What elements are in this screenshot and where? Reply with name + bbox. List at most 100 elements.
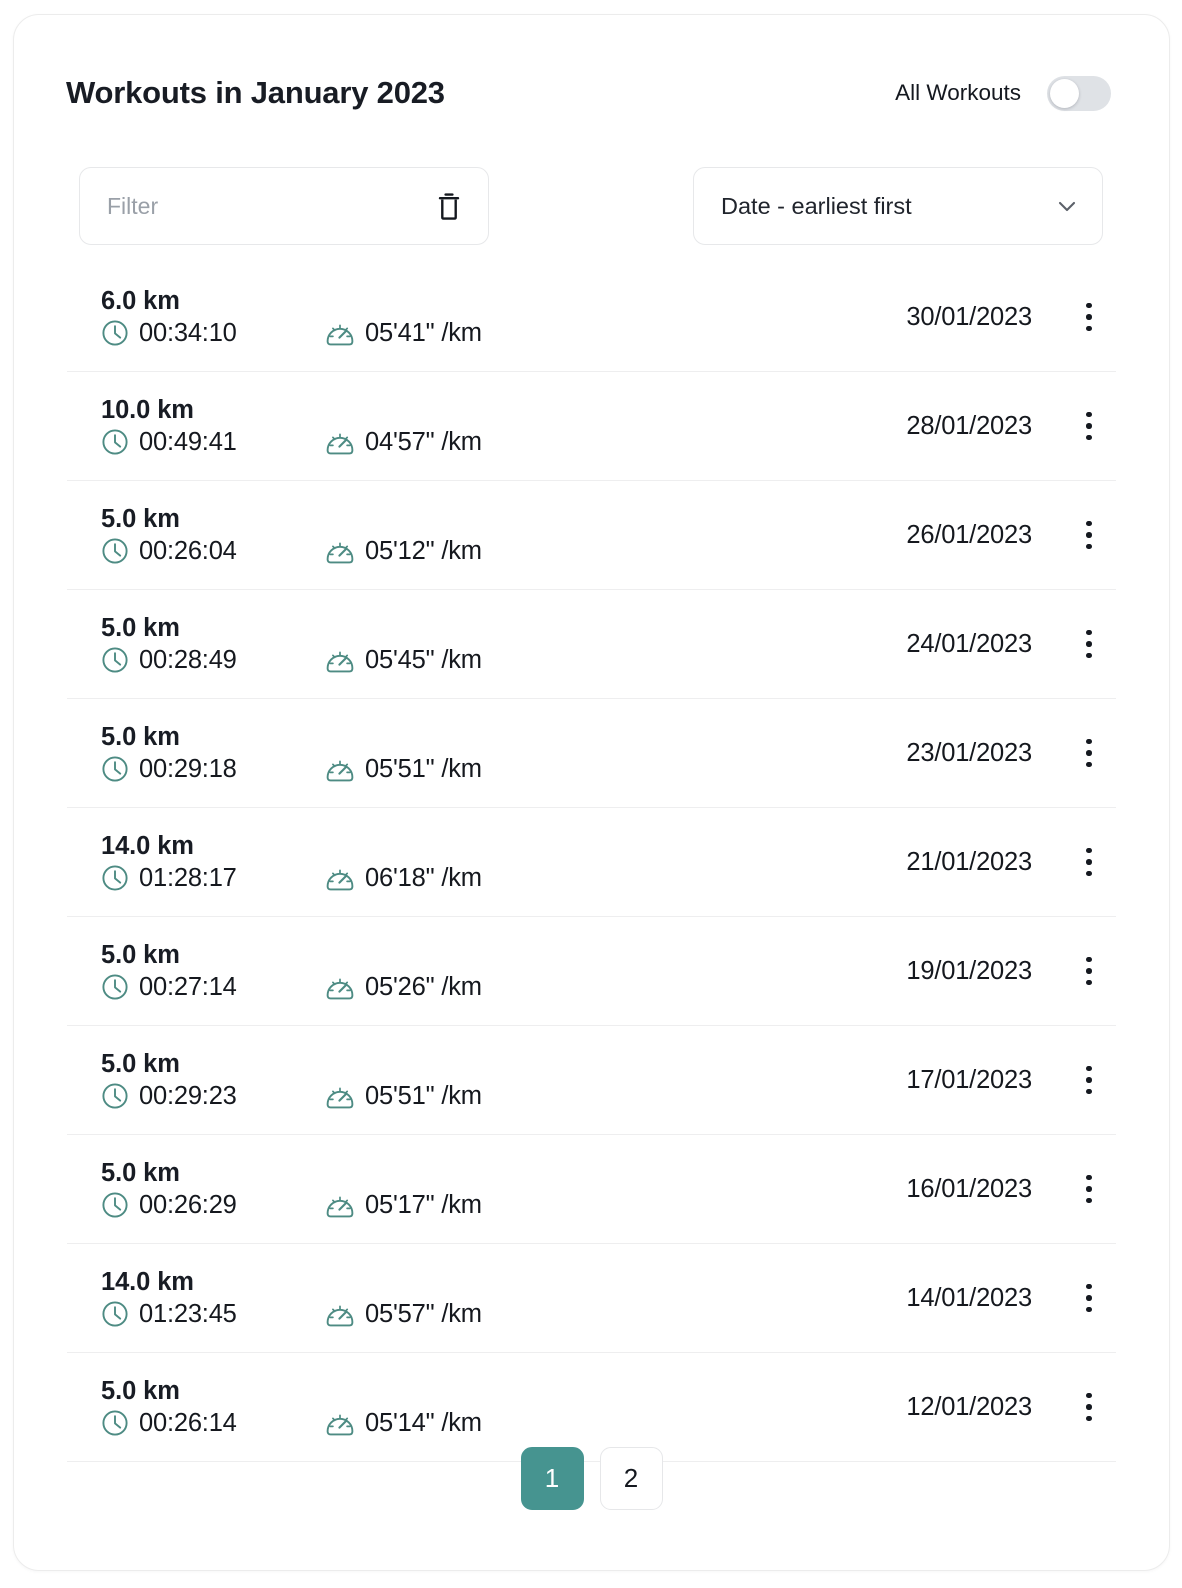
row-meta: 17/01/2023 xyxy=(906,1056,1116,1104)
speedometer-icon xyxy=(326,978,354,1000)
all-workouts-toggle[interactable] xyxy=(1047,75,1111,111)
duration-value: 00:29:18 xyxy=(139,754,237,783)
workout-summary: 5.0 km 00:26:29 05'17" /km xyxy=(101,1157,482,1221)
pagination: 12 xyxy=(14,1447,1169,1510)
pace-value: 05'57" /km xyxy=(365,1299,482,1328)
workout-duration: 00:29:18 xyxy=(101,754,325,785)
workout-metrics: 00:26:14 05'14" /km xyxy=(101,1408,482,1439)
workout-duration: 00:28:49 xyxy=(101,645,325,676)
workout-distance: 14.0 km xyxy=(101,832,194,861)
pagination-page-1[interactable]: 1 xyxy=(520,1447,584,1510)
row-menu-button[interactable] xyxy=(1062,511,1116,559)
kebab-dot xyxy=(1086,1415,1092,1422)
clock-icon xyxy=(102,1410,128,1436)
workout-summary: 6.0 km 00:34:10 05'41" /km xyxy=(101,285,482,349)
table-row[interactable]: 5.0 km 00:27:14 05'26" /km 19/01/2023 xyxy=(67,917,1116,1026)
kebab-dot xyxy=(1086,1306,1092,1313)
workout-pace: 05'45" /km xyxy=(325,645,482,676)
kebab-dot xyxy=(1086,325,1092,332)
workout-distance: 5.0 km xyxy=(101,941,180,970)
duration-value: 01:28:17 xyxy=(139,863,237,892)
workout-duration: 00:26:04 xyxy=(101,536,325,567)
workout-duration: 00:29:23 xyxy=(101,1081,325,1112)
search-input[interactable] xyxy=(107,192,432,220)
workout-duration: 01:23:45 xyxy=(101,1299,325,1330)
row-meta: 14/01/2023 xyxy=(906,1274,1116,1322)
pace-value: 05'51" /km xyxy=(365,1081,482,1110)
row-menu-button[interactable] xyxy=(1062,1274,1116,1322)
table-row[interactable]: 5.0 km 00:26:04 05'12" /km 26/01/2023 xyxy=(67,481,1116,590)
workout-date: 28/01/2023 xyxy=(906,411,1032,440)
table-row[interactable]: 6.0 km 00:34:10 05'41" /km 30/01/2023 xyxy=(67,263,1116,372)
table-row[interactable]: 5.0 km 00:26:29 05'17" /km 16/01/2023 xyxy=(67,1135,1116,1244)
workout-summary: 5.0 km 00:26:14 05'14" /km xyxy=(101,1375,482,1439)
table-row[interactable]: 5.0 km 00:26:14 05'14" /km 12/01/2023 xyxy=(67,1353,1116,1462)
workout-duration: 00:34:10 xyxy=(101,318,325,349)
workout-metrics: 00:29:18 05'51" /km xyxy=(101,754,482,785)
workout-date: 17/01/2023 xyxy=(906,1065,1032,1094)
table-row[interactable]: 5.0 km 00:28:49 05'45" /km 24/01/2023 xyxy=(67,590,1116,699)
table-row[interactable]: 14.0 km 01:28:17 06'18" /km 21/01/2023 xyxy=(67,808,1116,917)
row-meta: 12/01/2023 xyxy=(906,1383,1116,1431)
table-row[interactable]: 5.0 km 00:29:23 05'51" /km 17/01/2023 xyxy=(67,1026,1116,1135)
pace-value: 06'18" /km xyxy=(365,863,482,892)
row-menu-button[interactable] xyxy=(1062,402,1116,450)
workout-duration: 00:26:14 xyxy=(101,1408,325,1439)
workout-pace: 05'26" /km xyxy=(325,972,482,1003)
clock-icon xyxy=(102,974,128,1000)
table-row[interactable]: 10.0 km 00:49:41 04'57" /km 28/01/2023 xyxy=(67,372,1116,481)
row-meta: 16/01/2023 xyxy=(906,1165,1116,1213)
header-controls: All Workouts xyxy=(895,75,1111,111)
kebab-dot xyxy=(1086,629,1092,636)
toggle-knob xyxy=(1050,78,1079,108)
clear-filter-button[interactable] xyxy=(432,187,466,225)
pace-value: 05'41" /km xyxy=(365,318,482,347)
workout-date: 12/01/2023 xyxy=(906,1392,1032,1421)
sort-select[interactable]: Date - earliest first xyxy=(693,167,1103,245)
pace-value: 05'51" /km xyxy=(365,754,482,783)
kebab-dot xyxy=(1086,520,1092,527)
workout-summary: 14.0 km 01:23:45 05'57" /km xyxy=(101,1266,482,1330)
clock-icon xyxy=(102,320,128,346)
duration-value: 00:28:49 xyxy=(139,645,237,674)
kebab-dot xyxy=(1086,1283,1092,1290)
workout-metrics: 00:29:23 05'51" /km xyxy=(101,1081,482,1112)
workout-duration: 00:49:41 xyxy=(101,427,325,458)
row-menu-button[interactable] xyxy=(1062,1383,1116,1431)
workout-date: 19/01/2023 xyxy=(906,956,1032,985)
workout-distance: 14.0 km xyxy=(101,1268,194,1297)
kebab-dot xyxy=(1086,543,1092,550)
row-menu-button[interactable] xyxy=(1062,1165,1116,1213)
kebab-dot xyxy=(1086,1197,1092,1204)
workout-date: 16/01/2023 xyxy=(906,1174,1032,1203)
chevron-down-icon xyxy=(1054,193,1080,219)
duration-value: 00:49:41 xyxy=(139,427,237,456)
sort-selected-value: Date - earliest first xyxy=(721,192,912,219)
table-row[interactable]: 5.0 km 00:29:18 05'51" /km 23/01/2023 xyxy=(67,699,1116,808)
row-meta: 26/01/2023 xyxy=(906,511,1116,559)
pace-value: 05'26" /km xyxy=(365,972,482,1001)
row-menu-button[interactable] xyxy=(1062,838,1116,886)
table-row[interactable]: 14.0 km 01:23:45 05'57" /km 14/01/2023 xyxy=(67,1244,1116,1353)
row-menu-button[interactable] xyxy=(1062,729,1116,777)
workout-pace: 04'57" /km xyxy=(325,427,482,458)
row-menu-button[interactable] xyxy=(1062,293,1116,341)
kebab-dot xyxy=(1086,1295,1092,1301)
row-menu-button[interactable] xyxy=(1062,620,1116,668)
clock-icon xyxy=(102,538,128,564)
kebab-dot xyxy=(1086,641,1092,647)
workout-metrics: 00:34:10 05'41" /km xyxy=(101,318,482,349)
workout-pace: 05'17" /km xyxy=(325,1190,482,1221)
duration-value: 00:27:14 xyxy=(139,972,237,1001)
filter-field[interactable] xyxy=(79,167,489,245)
row-menu-button[interactable] xyxy=(1062,1056,1116,1104)
row-menu-button[interactable] xyxy=(1062,947,1116,995)
speedometer-icon xyxy=(326,433,354,455)
speedometer-icon xyxy=(326,1196,354,1218)
workout-pace: 05'14" /km xyxy=(325,1408,482,1439)
pagination-page-2[interactable]: 2 xyxy=(599,1447,663,1510)
row-meta: 30/01/2023 xyxy=(906,293,1116,341)
list-controls: Date - earliest first xyxy=(66,167,1117,245)
speedometer-icon xyxy=(326,869,354,891)
kebab-dot xyxy=(1086,870,1092,877)
